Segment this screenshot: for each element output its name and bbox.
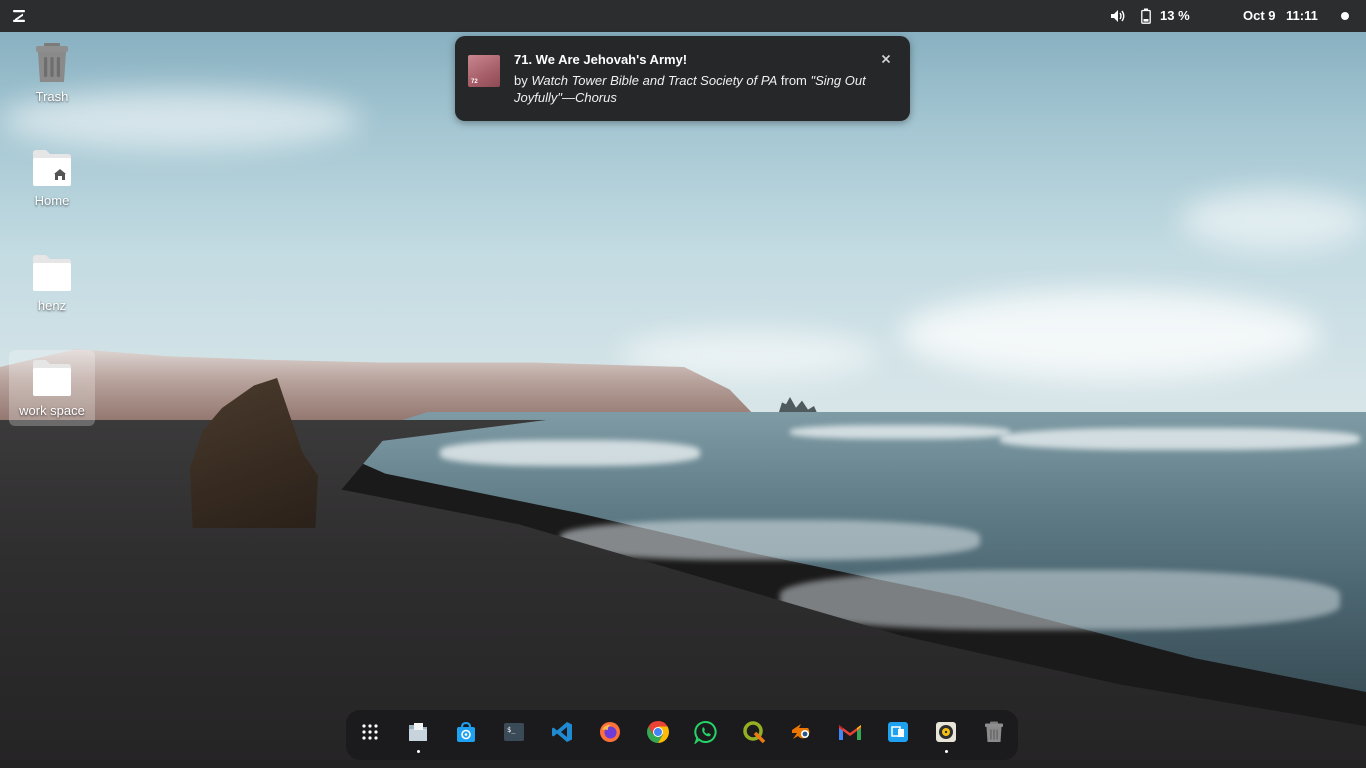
- speaker-icon[interactable]: [1110, 8, 1126, 24]
- artist-name: Watch Tower Bible and Tract Society of P…: [531, 73, 778, 88]
- running-indicator: [417, 750, 420, 753]
- album-art-thumbnail: 72: [468, 55, 500, 87]
- date-label[interactable]: Oct 9: [1243, 8, 1276, 23]
- desktop-icon-label: Home: [34, 193, 70, 208]
- dock-blender[interactable]: [790, 722, 814, 746]
- dock-app-grid[interactable]: [358, 722, 382, 746]
- desktop-icon-label: Trash: [35, 89, 69, 104]
- desktop-icon-trash[interactable]: Trash: [9, 42, 95, 104]
- wallpaper-foam: [790, 425, 1010, 439]
- files-icon: [407, 721, 429, 748]
- desktop-icon-label: henz: [37, 298, 67, 313]
- dock-trash[interactable]: [982, 721, 1006, 748]
- dock-qgis[interactable]: [742, 720, 766, 749]
- by-prefix: by: [514, 73, 532, 88]
- dock-chrome[interactable]: [646, 720, 670, 749]
- media-notification[interactable]: 72 71. We Are Jehovah's Army! by Watch T…: [455, 36, 910, 121]
- notification-dot-icon[interactable]: [1341, 12, 1349, 20]
- gmail-icon: [838, 722, 862, 747]
- close-icon[interactable]: [878, 51, 894, 67]
- whatsapp-icon: [693, 720, 718, 749]
- folder-icon: [31, 253, 73, 296]
- software-store-icon: [455, 721, 477, 748]
- wallpaper-cloud: [900, 290, 1320, 380]
- dock-whatsapp[interactable]: [693, 720, 718, 749]
- terminal-icon: $_: [503, 721, 525, 748]
- top-bar: 13 % Oct 9 11:11: [0, 0, 1366, 32]
- dock-vscode[interactable]: [550, 721, 574, 748]
- dock-rhythmbox[interactable]: [934, 721, 958, 748]
- wallpaper-foam: [780, 570, 1340, 630]
- dock-firefox[interactable]: [598, 721, 622, 748]
- dock-software-store[interactable]: [454, 721, 478, 748]
- blender-icon: [790, 720, 814, 749]
- dock-files[interactable]: [406, 722, 430, 746]
- firefox-icon: [599, 721, 621, 748]
- dock-terminal[interactable]: $_: [502, 722, 526, 746]
- notification-body: by Watch Tower Bible and Tract Society o…: [514, 72, 894, 106]
- desktop-icon-work-space[interactable]: work space: [9, 350, 95, 426]
- desktop-icon-henz[interactable]: henz: [9, 253, 95, 313]
- battery-percentage[interactable]: 13 %: [1160, 8, 1190, 23]
- svg-text:$_: $_: [507, 726, 516, 734]
- rhythmbox-icon: [935, 721, 957, 748]
- remote-desktop-icon: [887, 721, 909, 748]
- wallpaper-foam: [1000, 428, 1360, 450]
- vscode-icon: [551, 721, 573, 748]
- dock-remote-desktop[interactable]: [886, 721, 910, 748]
- notification-title: 71. We Are Jehovah's Army!: [514, 52, 688, 67]
- trash-icon: [33, 42, 71, 87]
- app-grid-icon: [361, 723, 379, 746]
- home-folder-icon: [31, 148, 73, 191]
- qgis-icon: [742, 720, 766, 749]
- running-indicator: [945, 750, 948, 753]
- folder-icon: [31, 358, 73, 401]
- dock-gmail[interactable]: [838, 722, 862, 746]
- wallpaper-foam: [560, 520, 980, 560]
- desktop-icon-label: work space: [19, 403, 85, 418]
- from-word: from: [777, 73, 811, 88]
- chrome-icon: [646, 720, 670, 749]
- battery-icon[interactable]: [1141, 8, 1151, 24]
- desktop-icon-home[interactable]: Home: [9, 148, 95, 208]
- album-art-number: 72: [471, 79, 478, 85]
- trash-icon: [984, 721, 1004, 748]
- dock: $_: [346, 710, 1018, 760]
- wallpaper-foam: [440, 440, 700, 466]
- clock-label[interactable]: 11:11: [1286, 8, 1318, 23]
- wallpaper-cloud: [1180, 190, 1366, 250]
- zorin-menu-icon[interactable]: [10, 7, 28, 25]
